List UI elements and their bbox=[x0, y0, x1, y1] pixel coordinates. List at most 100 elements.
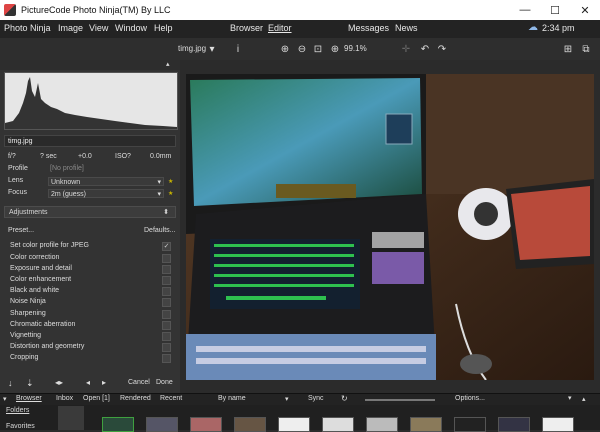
rotate-left-icon[interactable]: ↶ bbox=[419, 43, 431, 55]
chevron-down-icon[interactable]: ▾ bbox=[568, 394, 572, 402]
adjustment-item[interactable]: Distortion and geometry bbox=[10, 343, 84, 350]
profile-label: Profile bbox=[8, 165, 28, 172]
menu-view[interactable]: View bbox=[89, 23, 108, 33]
folders-tab[interactable]: Folders bbox=[6, 407, 29, 414]
thumbnail-size-slider[interactable] bbox=[365, 399, 435, 401]
adjustment-item[interactable]: Color enhancement bbox=[10, 276, 71, 283]
adjustment-item[interactable]: Sharpening bbox=[10, 310, 46, 317]
adjustment-item[interactable]: Chromatic aberration bbox=[10, 321, 75, 328]
menu-image[interactable]: Image bbox=[58, 23, 83, 33]
rotate-right-icon[interactable]: ↷ bbox=[436, 43, 448, 55]
tab-browser-bottom[interactable]: Browser bbox=[16, 395, 42, 402]
adjustment-item[interactable]: Exposure and detail bbox=[10, 265, 72, 272]
done-button[interactable]: Done bbox=[156, 379, 173, 386]
adjustment-item[interactable]: Color correction bbox=[10, 254, 59, 261]
adjustment-checkbox[interactable] bbox=[162, 310, 171, 319]
menu-bar: Photo Ninja Image View Window Help Brows… bbox=[0, 20, 600, 38]
star-icon: ★ bbox=[168, 191, 174, 197]
menu-help[interactable]: Help bbox=[154, 23, 173, 33]
window-title: PictureCode Photo Ninja(TM) By LLC bbox=[21, 5, 171, 15]
lens-label: Lens bbox=[8, 177, 24, 184]
compare-icon[interactable]: ◂▸ bbox=[55, 378, 63, 387]
adjustments-dropdown[interactable]: Adjustments ⬍ bbox=[4, 206, 176, 218]
zoom-out-icon[interactable]: ⊖ bbox=[296, 43, 308, 55]
chevron-down-icon: ▾ bbox=[157, 179, 161, 186]
adjustment-checkbox[interactable] bbox=[162, 265, 171, 274]
adjustment-checkbox[interactable] bbox=[162, 321, 171, 330]
lens-select[interactable]: Unknown ▾ bbox=[48, 177, 164, 186]
defaults-button[interactable]: Defaults... bbox=[144, 227, 176, 234]
arrow-down-icon[interactable]: ↓ bbox=[8, 378, 13, 388]
photo-image bbox=[186, 74, 594, 380]
adjustment-checkbox[interactable] bbox=[162, 354, 171, 363]
adjustment-checkbox-checked[interactable]: ✓ bbox=[162, 242, 171, 251]
tab-recent[interactable]: Recent bbox=[160, 395, 182, 402]
options-button[interactable]: Options... bbox=[455, 395, 485, 402]
menu-photo-ninja[interactable]: Photo Ninja bbox=[4, 23, 51, 33]
arrow-down-icon[interactable]: ▾ bbox=[3, 395, 7, 403]
adjustment-checkbox[interactable] bbox=[162, 254, 171, 263]
maximize-button[interactable]: ☐ bbox=[540, 0, 570, 20]
adjustment-item[interactable]: Set color profile for JPEG bbox=[10, 242, 89, 249]
photo-preview[interactable] bbox=[186, 74, 594, 380]
adjustment-item[interactable]: Noise Ninja bbox=[10, 298, 46, 305]
close-button[interactable]: ✕ bbox=[570, 0, 600, 20]
aperture-value: f/? bbox=[8, 153, 16, 160]
adjustment-item[interactable]: Black and white bbox=[10, 287, 59, 294]
sort-select[interactable]: By name bbox=[218, 395, 246, 402]
zoom-icon[interactable]: ⊕ bbox=[329, 43, 341, 55]
favorites-tab[interactable]: Favorites bbox=[6, 423, 35, 430]
chevron-down-icon[interactable]: ▾ bbox=[206, 43, 218, 55]
split-view-icon[interactable]: ⧉ bbox=[580, 43, 592, 55]
crosshair-icon[interactable]: ✛ bbox=[400, 43, 412, 55]
app-logo-icon bbox=[4, 4, 16, 16]
tab-browser[interactable]: Browser bbox=[230, 23, 263, 33]
adjustment-checkbox[interactable] bbox=[162, 276, 171, 285]
preset-button[interactable]: Preset... bbox=[8, 227, 34, 234]
tab-messages[interactable]: Messages bbox=[348, 23, 389, 33]
filmstrip: Folders Favorites bbox=[0, 405, 600, 432]
tab-rendered[interactable]: Rendered bbox=[120, 395, 151, 402]
focal-length-value: 0.0mm bbox=[150, 153, 172, 160]
adjustments-label: Adjustments bbox=[9, 209, 48, 216]
tab-editor[interactable]: Editor bbox=[268, 23, 292, 33]
filename-field[interactable]: timg.jpg bbox=[4, 135, 176, 147]
pin-icon[interactable]: ▴ bbox=[166, 60, 170, 68]
zoom-fit-icon[interactable]: ⊡ bbox=[312, 43, 324, 55]
sync-button[interactable]: Sync bbox=[308, 395, 324, 402]
arrow-down-double-icon[interactable]: ⇣ bbox=[26, 378, 34, 389]
adjustment-checkbox[interactable] bbox=[162, 298, 171, 307]
cancel-button[interactable]: Cancel bbox=[128, 379, 150, 386]
grid-view-icon[interactable]: ⊞ bbox=[562, 43, 574, 55]
adjustment-item[interactable]: Vignetting bbox=[10, 332, 41, 339]
next-icon[interactable]: ▸ bbox=[102, 378, 106, 387]
star-icon: ★ bbox=[168, 179, 174, 185]
previous-icon[interactable]: ◂ bbox=[86, 378, 90, 387]
pin-icon[interactable]: ▴ bbox=[582, 395, 586, 403]
zoom-in-icon[interactable]: ⊕ bbox=[279, 43, 291, 55]
zoom-level: 99.1% bbox=[344, 44, 367, 53]
adjustment-checkbox[interactable] bbox=[162, 332, 171, 341]
chevron-down-icon: ▾ bbox=[157, 191, 161, 198]
chevron-down-icon[interactable]: ▾ bbox=[285, 395, 289, 403]
lens-value: Unknown bbox=[51, 179, 81, 186]
adjustment-item[interactable]: Cropping bbox=[10, 354, 38, 361]
iso-value: ISO? bbox=[115, 153, 131, 160]
menu-window[interactable]: Window bbox=[115, 23, 147, 33]
minimize-button[interactable]: — bbox=[510, 0, 540, 20]
focus-value: 2m (guess) bbox=[51, 191, 87, 198]
chevron-updown-icon: ⬍ bbox=[163, 209, 169, 216]
folder-tree[interactable] bbox=[58, 406, 84, 430]
cloud-icon: ☁ bbox=[528, 22, 538, 33]
adjustment-checkbox[interactable] bbox=[162, 343, 171, 352]
refresh-icon[interactable]: ↻ bbox=[341, 394, 348, 403]
info-icon[interactable]: i bbox=[232, 43, 244, 55]
tab-inbox[interactable]: Inbox bbox=[56, 395, 73, 402]
tab-news[interactable]: News bbox=[395, 23, 418, 33]
tab-open[interactable]: Open [1] bbox=[83, 395, 110, 402]
focus-select[interactable]: 2m (guess) ▾ bbox=[48, 189, 164, 198]
adjustment-checkbox[interactable] bbox=[162, 287, 171, 296]
focus-label: Focus bbox=[8, 189, 28, 196]
histogram bbox=[4, 72, 178, 130]
histogram-header: ▴ bbox=[0, 60, 180, 70]
